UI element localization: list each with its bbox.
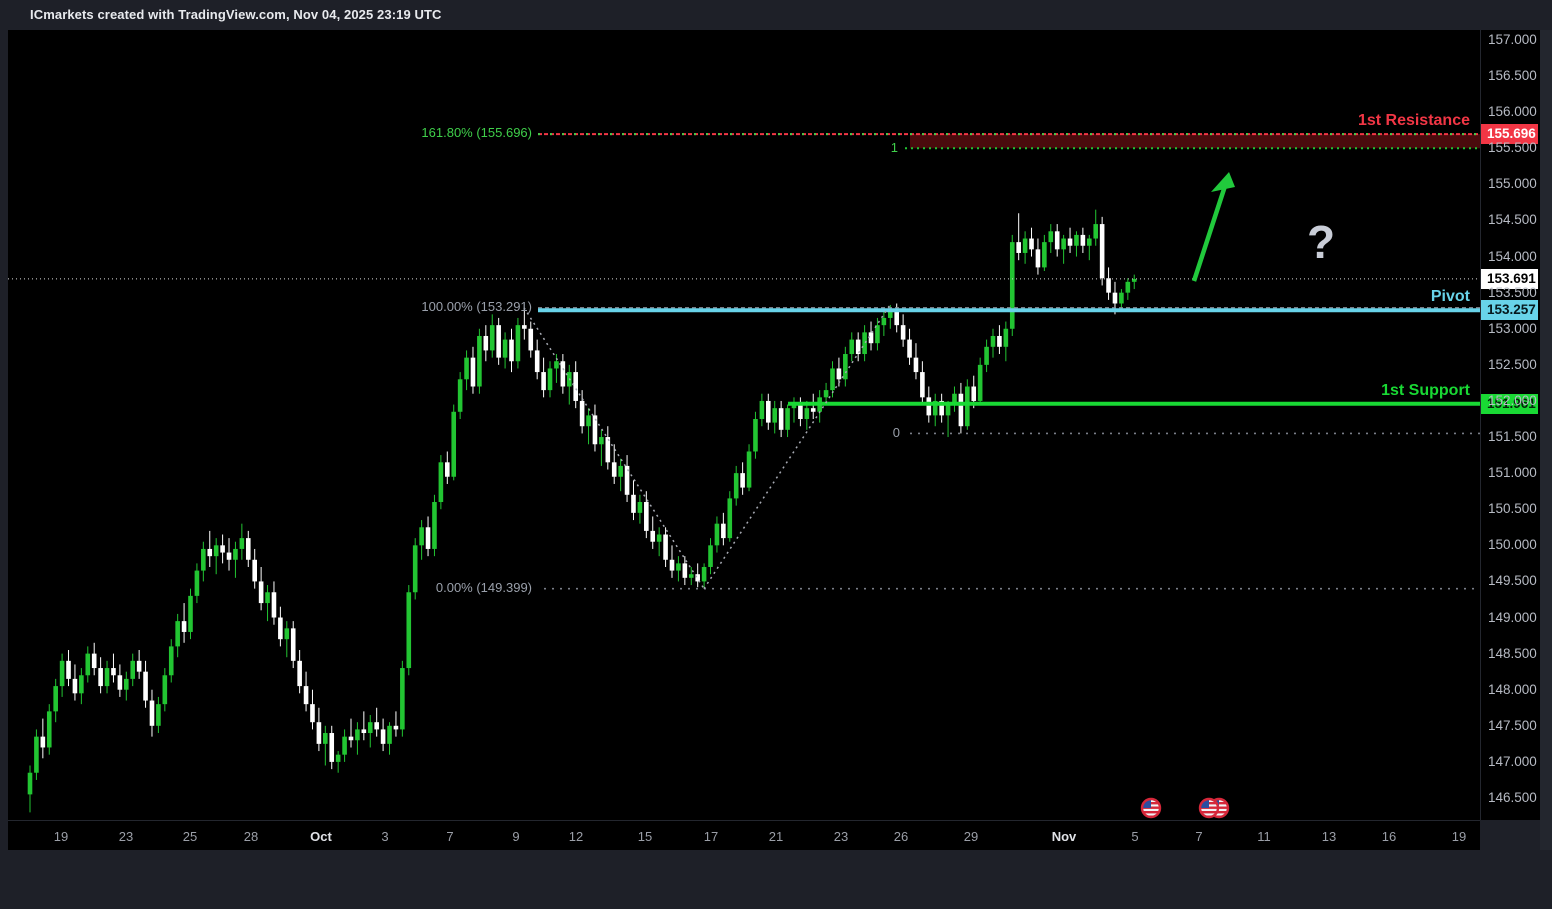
price-axis[interactable]: 155.696 153.691 153.257 151.961 157.0001…: [1480, 30, 1541, 820]
time-axis-label: 16: [1382, 829, 1396, 844]
resistance-zone[interactable]: [910, 134, 1480, 148]
price-axis-label: 150.000: [1488, 537, 1537, 552]
price-axis-label: 151.500: [1488, 429, 1537, 444]
chart-header-bar: ICmarkets created with TradingView.com, …: [0, 0, 1552, 30]
tradingview-chart-window: ICmarkets created with TradingView.com, …: [0, 0, 1552, 909]
time-axis-label: 7: [1195, 829, 1202, 844]
price-axis-label: 154.500: [1488, 212, 1537, 227]
price-axis-label: 149.000: [1488, 610, 1537, 625]
time-axis-label: 7: [446, 829, 453, 844]
time-axis-label: 3: [381, 829, 388, 844]
time-axis-label: 21: [769, 829, 783, 844]
price-axis-label: 148.500: [1488, 646, 1537, 661]
time-axis-label: 23: [119, 829, 133, 844]
time-axis-label: 28: [244, 829, 258, 844]
price-axis-label: 153.500: [1488, 285, 1537, 300]
candles-series: [28, 210, 1137, 813]
time-axis-label: 19: [54, 829, 68, 844]
price-tag-pivot: 153.257: [1481, 300, 1538, 320]
economic-event-flag-icon[interactable]: [1200, 799, 1218, 818]
price-axis-label: 151.000: [1488, 465, 1537, 480]
price-axis-label: 156.500: [1488, 68, 1537, 83]
price-axis-label: 149.500: [1488, 573, 1537, 588]
time-axis-label: 29: [964, 829, 978, 844]
scroll-strip: [1540, 30, 1552, 850]
price-axis-label: 152.500: [1488, 357, 1537, 372]
economic-event-flag-icon[interactable]: [1142, 799, 1160, 818]
time-axis[interactable]: 19 23 25 28 Oct 3 7 9 12 15 17 21 23 26 29 Nov 5 7 11 13 16 1…: [8, 820, 1480, 851]
time-axis-label: 11: [1257, 829, 1271, 844]
chart-footer-bar: TradingView: [0, 850, 1552, 909]
time-axis-label: Nov: [1052, 829, 1077, 844]
price-axis-label: 156.000: [1488, 104, 1537, 119]
price-axis-label: 146.500: [1488, 790, 1537, 805]
price-axis-label: 147.000: [1488, 754, 1537, 769]
time-axis-label: 12: [569, 829, 583, 844]
up-arrow-icon[interactable]: [1194, 186, 1225, 281]
price-axis-label: 150.500: [1488, 501, 1537, 516]
price-axis-label: 148.000: [1488, 682, 1537, 697]
time-axis-label: 9: [512, 829, 519, 844]
question-mark-annotation[interactable]: ?: [1307, 216, 1335, 268]
price-axis-label: 154.000: [1488, 249, 1537, 264]
time-axis-label: 13: [1322, 829, 1336, 844]
price-axis-label: 155.000: [1488, 176, 1537, 191]
price-axis-label: 155.500: [1488, 140, 1537, 155]
price-axis-label: 153.000: [1488, 321, 1537, 336]
time-axis-label: 19: [1452, 829, 1466, 844]
time-axis-label: Oct: [310, 829, 332, 844]
trend-dotted-line[interactable]: [704, 305, 890, 589]
watermark-attribution: ICmarkets created with TradingView.com, …: [30, 7, 442, 22]
time-axis-label: 25: [183, 829, 197, 844]
time-axis-label: 5: [1131, 829, 1138, 844]
time-axis-label: 26: [894, 829, 908, 844]
time-axis-label: 17: [704, 829, 718, 844]
chart-pane[interactable]: ? 161.80% (155.696) 100.00% (153.291) 0.…: [8, 30, 1480, 820]
price-axis-label: 152.000: [1488, 393, 1537, 408]
price-axis-label: 147.500: [1488, 718, 1537, 733]
time-axis-label: 15: [638, 829, 652, 844]
time-axis-label: 23: [834, 829, 848, 844]
candlestick-chart[interactable]: ?: [8, 30, 1480, 820]
price-axis-label: 157.000: [1488, 32, 1537, 47]
